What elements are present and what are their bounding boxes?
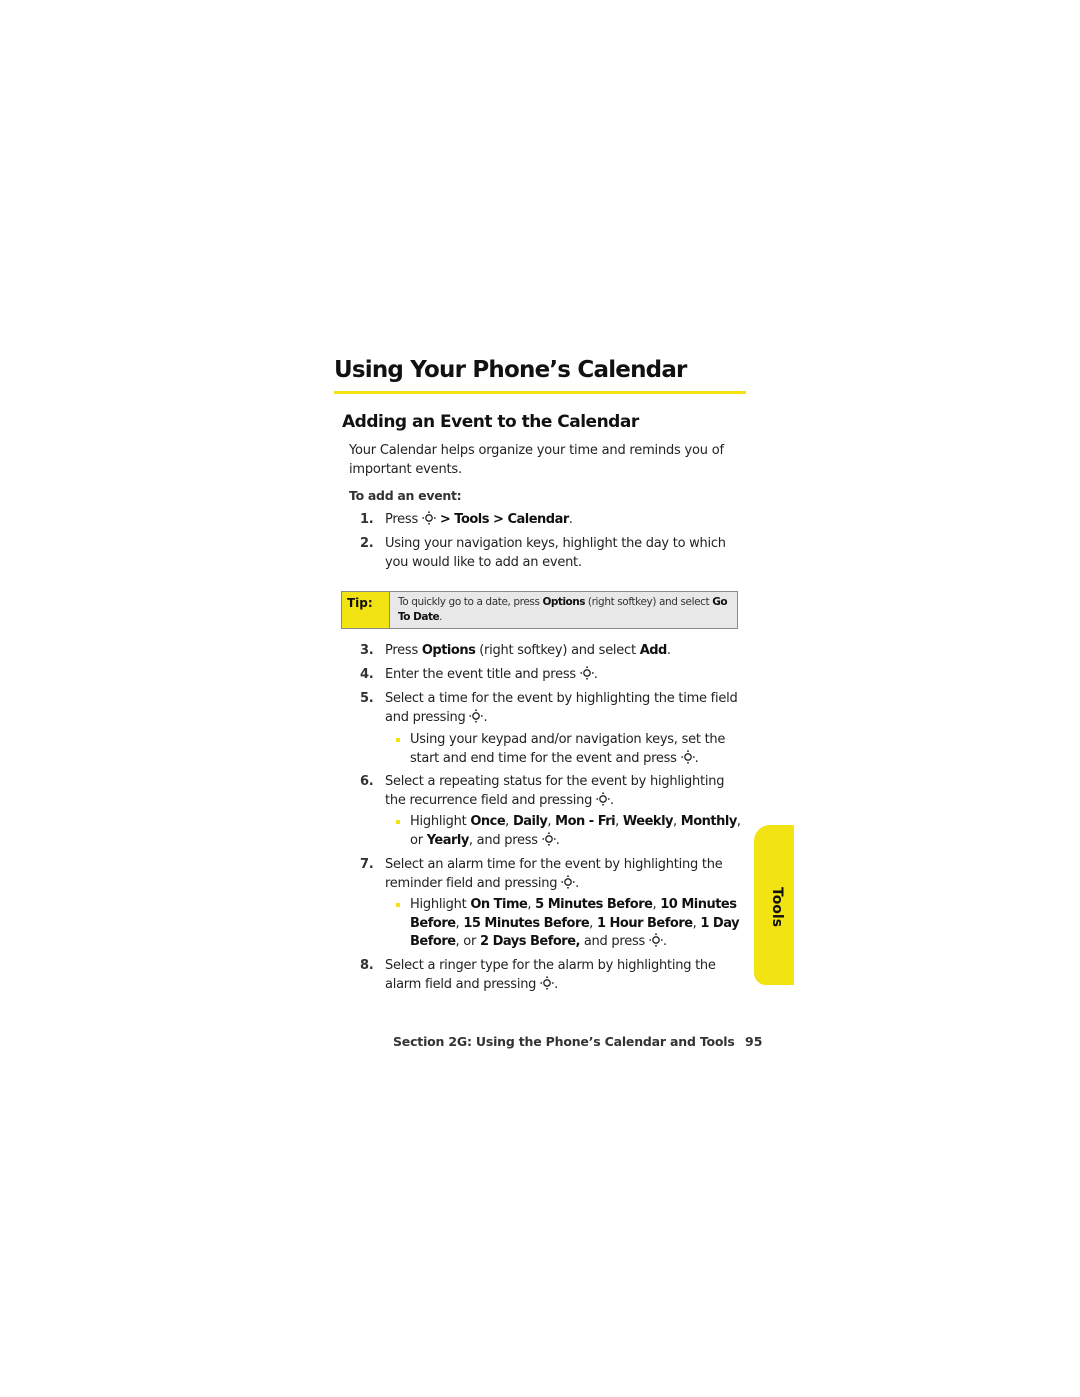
menu-ok-key-icon [596, 791, 610, 806]
tip-box: Tip: To quickly go to a date, press Opti… [341, 591, 738, 629]
step-6: 6. Select a repeating status for the eve… [360, 773, 746, 810]
step-number: 7. [360, 857, 374, 872]
bullet-recurrence: Highlight Once, Daily, Mon - Fri, Weekly… [396, 813, 746, 850]
bold-term: On Time [470, 897, 528, 912]
step-number: 4. [360, 667, 374, 682]
step-number: 6. [360, 774, 374, 789]
footer-section-title: Section 2G: Using the Phone’s Calendar a… [393, 1034, 735, 1049]
bold-term: 5 Minutes Before [535, 897, 653, 912]
procedure-label: To add an event: [349, 488, 462, 503]
step-number: 8. [360, 958, 374, 973]
menu-ok-key-icon [540, 975, 554, 990]
step-number: 2. [360, 536, 374, 551]
step-text: Using your navigation keys, highlight th… [385, 536, 726, 570]
section-subtitle: Adding an Event to the Calendar [342, 412, 639, 432]
menu-ok-key-icon [561, 874, 575, 889]
bullet-text: Using your keypad and/or navigation keys… [410, 732, 726, 766]
bold-term: 15 Minutes Before [463, 915, 590, 931]
step-3: 3. Press Options (right softkey) and sel… [360, 642, 746, 661]
bold-term: Mon - Fri [555, 814, 616, 829]
step-number: 5. [360, 691, 374, 706]
bold-term: Yearly [426, 832, 470, 848]
intro-paragraph: Your Calendar helps organize your time a… [349, 443, 724, 477]
menu-ok-key-icon [580, 666, 594, 680]
step-4: 4. Enter the event title and press . [360, 666, 746, 685]
step-7: 7. Select an alarm time for the event by… [360, 856, 746, 893]
bold-term: Add [639, 643, 668, 658]
bullet-text: Highlight On Time, 5 Minutes Before, 10 … [410, 897, 740, 949]
tip-text: To quickly go to a date, press Options (… [398, 596, 728, 623]
bullet-marker [396, 738, 400, 742]
bold-term: > Tools > Calendar [435, 512, 569, 527]
bold-term: Daily [512, 814, 548, 829]
menu-ok-key-icon [680, 749, 695, 764]
bullet-set-time: Using your keypad and/or navigation keys… [396, 731, 746, 768]
bullet-reminder: Highlight On Time, 5 Minutes Before, 10 … [396, 896, 746, 952]
step-text: Select a ringer type for the alarm by hi… [385, 958, 716, 992]
page-number: 95 [745, 1034, 763, 1049]
step-1: 1. Press > Tools > Calendar. [360, 511, 746, 530]
bold-term: 2 Days Before, [480, 934, 580, 949]
bullet-text: Highlight Once, Daily, Mon - Fri, Weekly… [410, 814, 741, 848]
bullet-marker [396, 903, 400, 907]
step-text: Select a time for the event by highlight… [385, 691, 738, 725]
step-5: 5. Select a time for the event by highli… [360, 690, 746, 727]
bold-term: 1 Hour Before [596, 915, 693, 931]
step-2: 2. Using your navigation keys, highlight… [360, 535, 746, 572]
bold-term: Monthly [680, 814, 738, 829]
tip-label: Tip: [342, 592, 390, 628]
step-text: Press > Tools > Calendar. [385, 511, 573, 527]
menu-ok-key-icon [422, 511, 436, 525]
title-underline [334, 391, 746, 394]
step-text: Select a repeating status for the event … [385, 774, 725, 808]
menu-ok-key-icon [649, 933, 663, 947]
menu-ok-key-icon [541, 831, 556, 846]
step-text: Select an alarm time for the event by hi… [385, 857, 723, 891]
page-title: Using Your Phone’s Calendar [334, 357, 687, 383]
bold-term: Once [470, 814, 506, 829]
step-number: 1. [360, 512, 374, 527]
step-text: Press Options (right softkey) and select… [385, 643, 671, 658]
bold-term: Options [421, 643, 476, 658]
bold-term: Weekly [622, 814, 674, 829]
step-8: 8. Select a ringer type for the alarm by… [360, 957, 746, 994]
step-number: 3. [360, 643, 374, 658]
step-text: Enter the event title and press . [385, 666, 598, 682]
side-tab-label: Tools [769, 887, 785, 928]
menu-ok-key-icon [469, 708, 484, 723]
bullet-marker [396, 820, 400, 824]
bold-term: Options [542, 596, 585, 608]
section-side-tab: Tools [754, 825, 794, 985]
